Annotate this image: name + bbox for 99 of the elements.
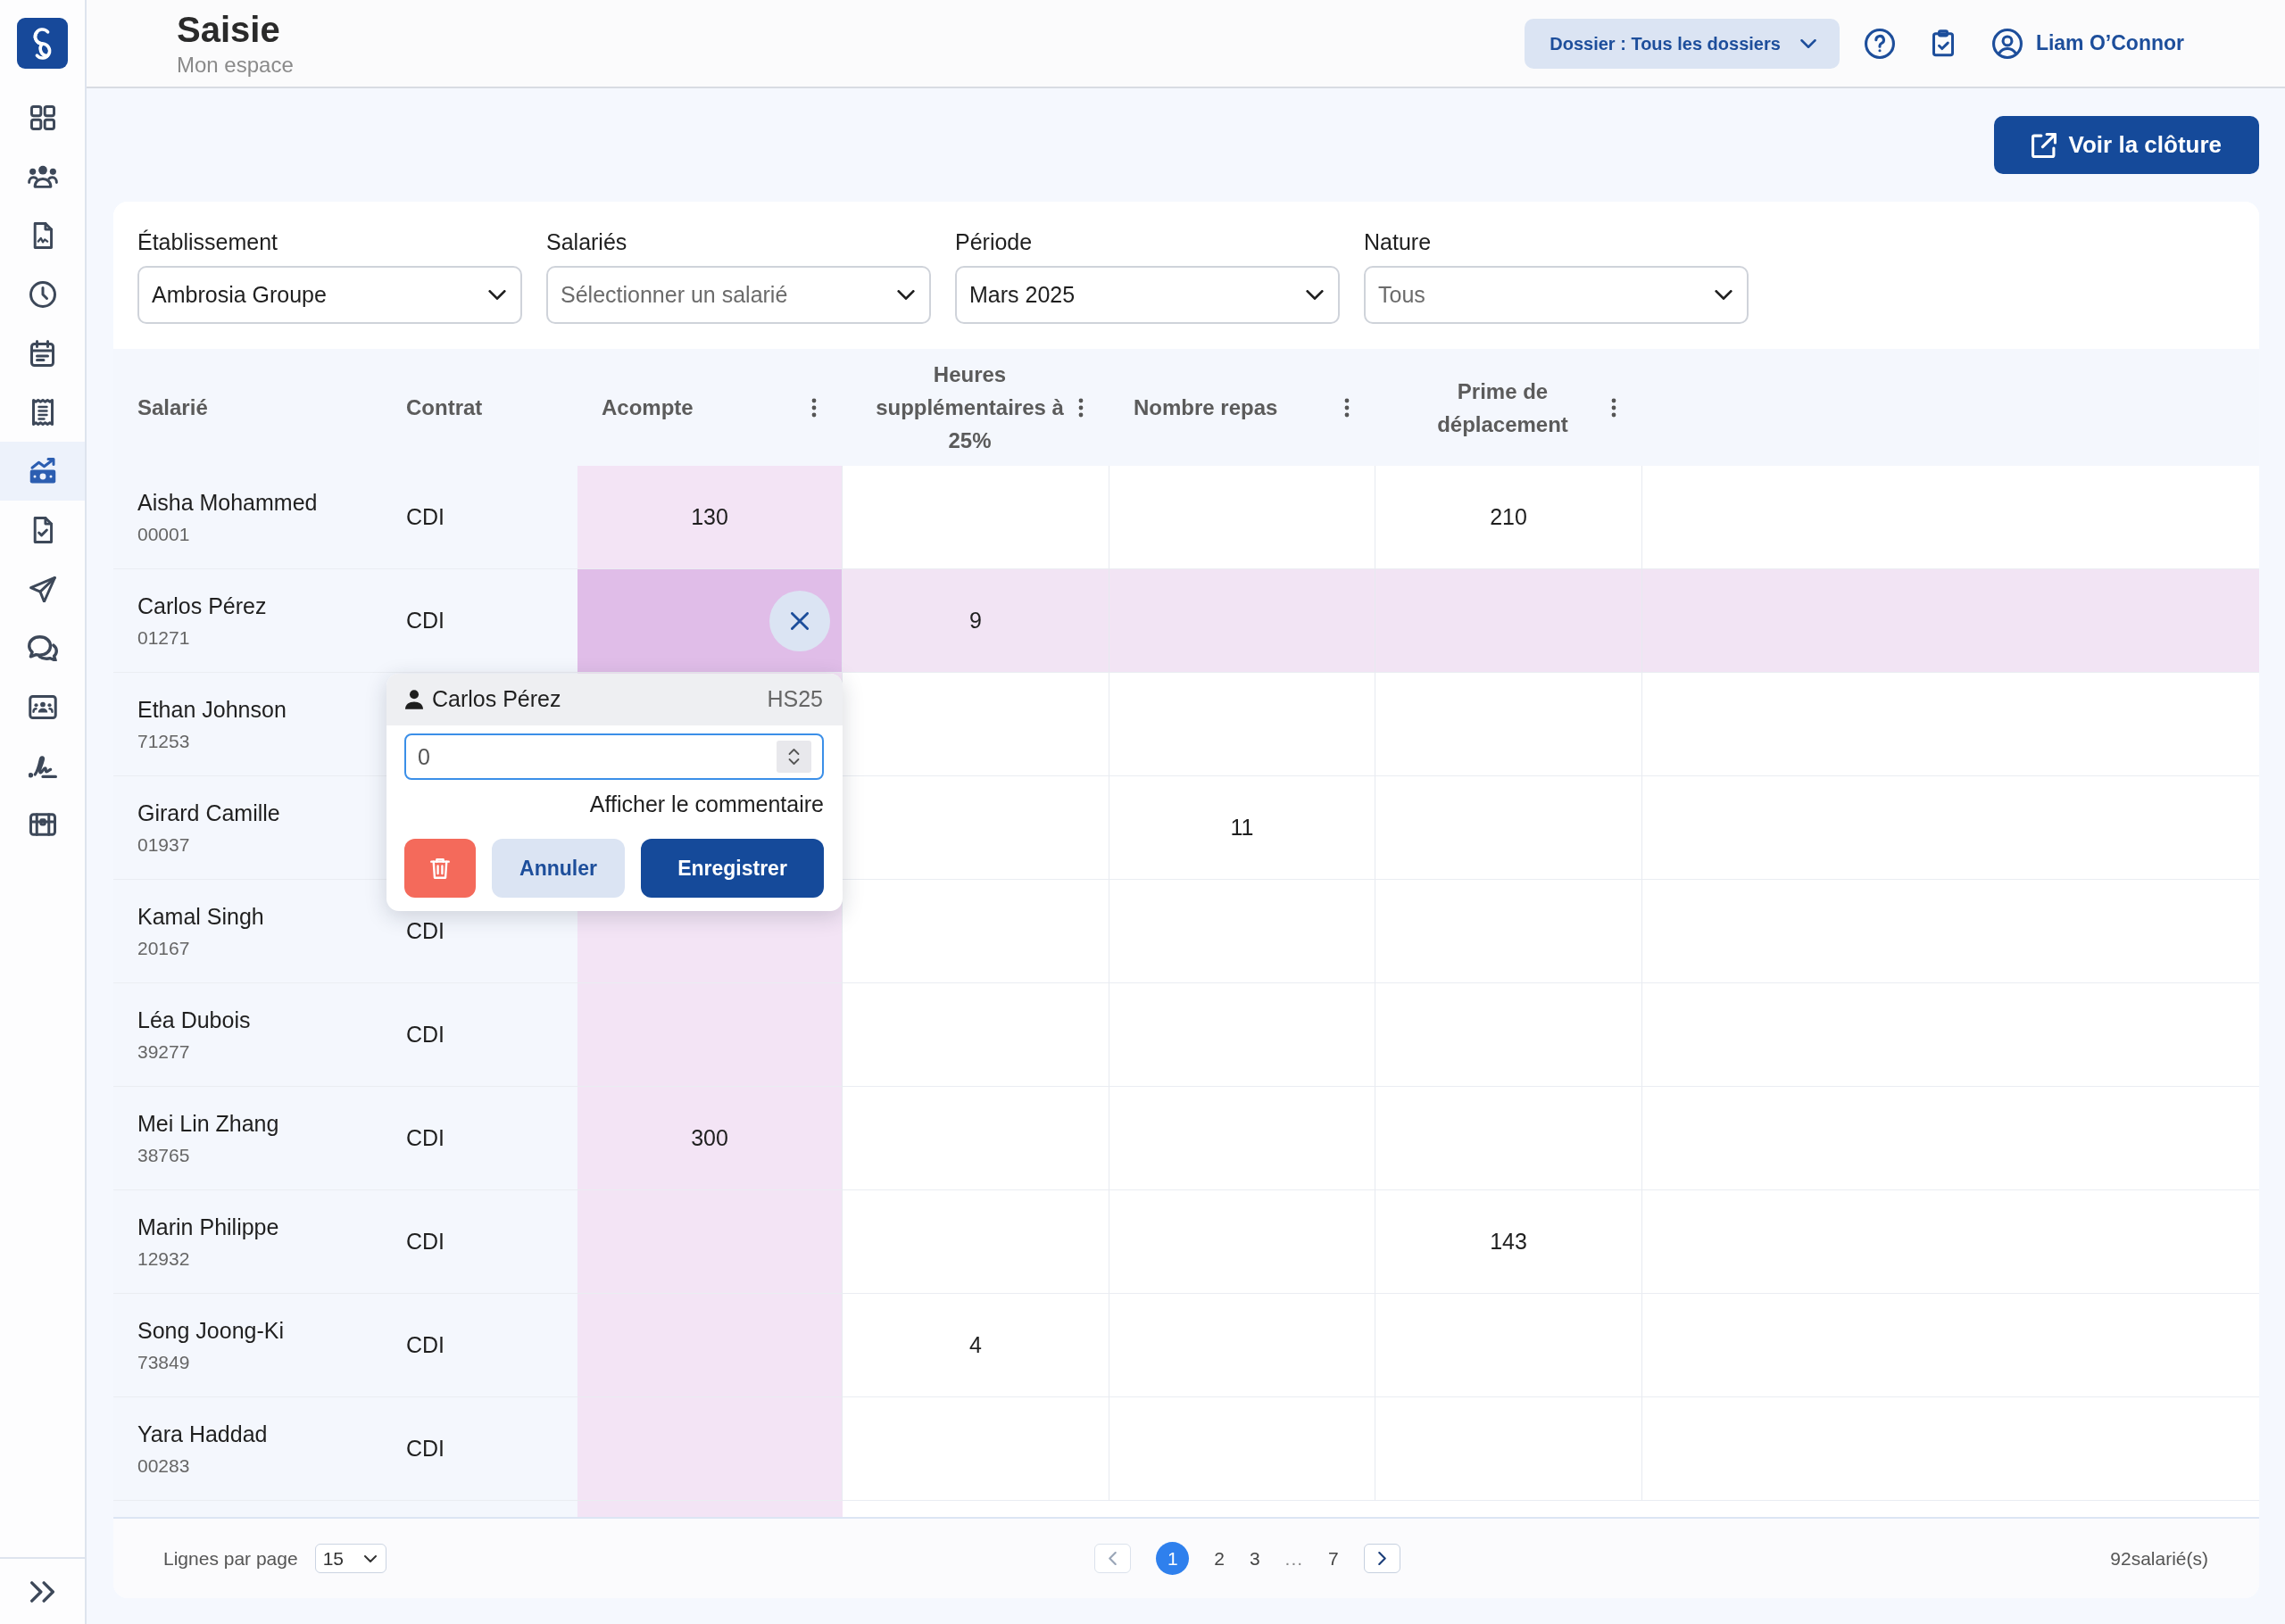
page-subtitle: Mon espace bbox=[177, 53, 294, 78]
number-input[interactable]: 0 bbox=[404, 733, 824, 780]
page-button[interactable]: 2 bbox=[1214, 1542, 1225, 1575]
save-button[interactable]: Enregistrer bbox=[641, 839, 824, 898]
field-label: Nature bbox=[1364, 228, 1433, 255]
external-link-icon bbox=[2031, 132, 2056, 158]
dropdown[interactable]: Tous bbox=[1364, 266, 1749, 324]
employee-name: Aisha Mohammed bbox=[137, 488, 318, 517]
chest-icon bbox=[29, 813, 56, 836]
paper-plane-icon bbox=[29, 576, 56, 602]
dropdown[interactable]: Ambrosia Groupe bbox=[137, 266, 522, 324]
clipboard-check-icon[interactable] bbox=[1932, 29, 1954, 58]
dossier-dropdown[interactable]: Dossier : Tous les dossiers bbox=[1525, 18, 1840, 69]
receipt-icon bbox=[31, 399, 54, 426]
document-check-icon bbox=[32, 517, 53, 543]
document-chart-icon bbox=[32, 222, 53, 249]
employee-name: Léa Dubois bbox=[137, 1006, 251, 1034]
chevron-down-icon bbox=[1799, 38, 1816, 48]
chevron-down-icon bbox=[1306, 290, 1324, 300]
chevron-right-icon bbox=[1377, 1552, 1386, 1565]
chevron-down-icon bbox=[897, 290, 915, 300]
page-title: Saisie bbox=[177, 9, 281, 50]
kebab-menu-icon[interactable] bbox=[1344, 397, 1350, 418]
table-cell: 11 bbox=[1109, 776, 1375, 880]
dropdown[interactable]: Mars 2025 bbox=[955, 266, 1340, 324]
close-icon bbox=[791, 611, 809, 630]
column-header: Contrat bbox=[406, 394, 483, 421]
employee-id: 73849 bbox=[137, 1350, 190, 1374]
employee-name: Yara Haddad bbox=[137, 1420, 268, 1448]
employee-name: Song Joong-Ki bbox=[137, 1316, 284, 1345]
employee-id: 00001 bbox=[137, 522, 190, 546]
ellipsis: ... bbox=[1284, 1547, 1304, 1570]
banknote-chart-icon bbox=[28, 458, 57, 485]
chevron-down-icon bbox=[363, 1554, 377, 1562]
grid-icon bbox=[29, 105, 55, 130]
employee-id: 01271 bbox=[137, 626, 190, 650]
field-label: Période bbox=[955, 228, 1034, 255]
code-label: HS25 bbox=[767, 685, 823, 714]
field-label: Salariés bbox=[546, 228, 628, 255]
person-icon bbox=[405, 690, 423, 709]
rows-per-page-label: Lignes par page bbox=[163, 1546, 298, 1570]
employee-id: 39277 bbox=[137, 1040, 190, 1064]
employee-name: Ethan Johnson bbox=[137, 695, 287, 724]
column-header: Nombre repas bbox=[1134, 394, 1278, 421]
cancel-button[interactable]: Annuler bbox=[492, 839, 625, 898]
column-header: Salarié bbox=[137, 394, 208, 421]
chevron-down-icon bbox=[1715, 290, 1732, 300]
chevron-down-icon bbox=[488, 290, 506, 300]
column-header: Acompte bbox=[602, 394, 694, 421]
help-icon[interactable] bbox=[1864, 28, 1895, 59]
user-circle-icon bbox=[1991, 28, 2023, 59]
double-chevron-right-icon bbox=[30, 1580, 54, 1603]
logo-icon bbox=[17, 18, 68, 69]
signature-icon bbox=[28, 753, 57, 778]
chat-bubbles-icon bbox=[27, 634, 58, 661]
expand-button[interactable] bbox=[30, 1580, 54, 1603]
sidebar-item[interactable] bbox=[0, 442, 85, 501]
employee-id: 12932 bbox=[137, 1247, 190, 1271]
employee-id: 38765 bbox=[137, 1143, 190, 1167]
kebab-menu-icon[interactable] bbox=[1611, 397, 1616, 418]
employee-name: Carlos Pérez bbox=[432, 685, 561, 714]
calendar-icon bbox=[30, 340, 54, 367]
trash-icon bbox=[430, 858, 450, 879]
field-label: Établissement bbox=[137, 228, 279, 255]
rows-per-page-dropdown[interactable]: 15 bbox=[314, 1544, 386, 1573]
column-header: Heures supplémentaires à 25% bbox=[875, 361, 1065, 454]
employee-name: Kamal Singh bbox=[137, 902, 264, 931]
people-card-icon bbox=[28, 694, 57, 719]
employee-id: 01937 bbox=[137, 833, 190, 857]
table-cell: 130 bbox=[577, 466, 843, 569]
people-icon bbox=[27, 165, 58, 188]
employee-name: Girard Camille bbox=[137, 799, 280, 827]
employee-name: Carlos Pérez bbox=[137, 592, 267, 620]
kebab-menu-icon[interactable] bbox=[811, 397, 817, 418]
table-cell: 9 bbox=[843, 569, 1109, 673]
table-cell: 210 bbox=[1375, 466, 1642, 569]
page-button[interactable]: 3 bbox=[1249, 1542, 1260, 1575]
delete-button[interactable] bbox=[404, 839, 476, 898]
column-header: Prime de déplacement bbox=[1436, 377, 1569, 438]
page-button[interactable]: 7 bbox=[1328, 1542, 1339, 1575]
next-page-button[interactable] bbox=[1363, 1544, 1400, 1573]
close-view-button[interactable]: Voir la clôture bbox=[1993, 116, 2259, 174]
table-cell: 300 bbox=[577, 1087, 843, 1190]
kebab-menu-icon[interactable] bbox=[1078, 397, 1084, 418]
chevron-left-icon bbox=[1109, 1552, 1118, 1565]
table-cell: 143 bbox=[1375, 1190, 1642, 1294]
clock-icon bbox=[29, 281, 56, 308]
employee-id: 00283 bbox=[137, 1454, 190, 1478]
total-count: 92salarié(s) bbox=[2110, 1546, 2208, 1570]
employee-name: Mei Lin Zhang bbox=[137, 1109, 279, 1138]
comment-link[interactable]: Afficher le commentaire bbox=[589, 791, 824, 817]
employee-id: 71253 bbox=[137, 729, 190, 753]
page-button[interactable]: 1 bbox=[1156, 1542, 1190, 1575]
employee-name: Marin Philippe bbox=[137, 1213, 279, 1241]
dropdown[interactable]: Sélectionner un salarié bbox=[546, 266, 931, 324]
spinner-icon[interactable] bbox=[777, 741, 811, 773]
table-cell: 4 bbox=[843, 1294, 1109, 1397]
employee-id: 20167 bbox=[137, 936, 190, 960]
user-menu[interactable]: Liam O’Connor bbox=[1991, 28, 2184, 59]
